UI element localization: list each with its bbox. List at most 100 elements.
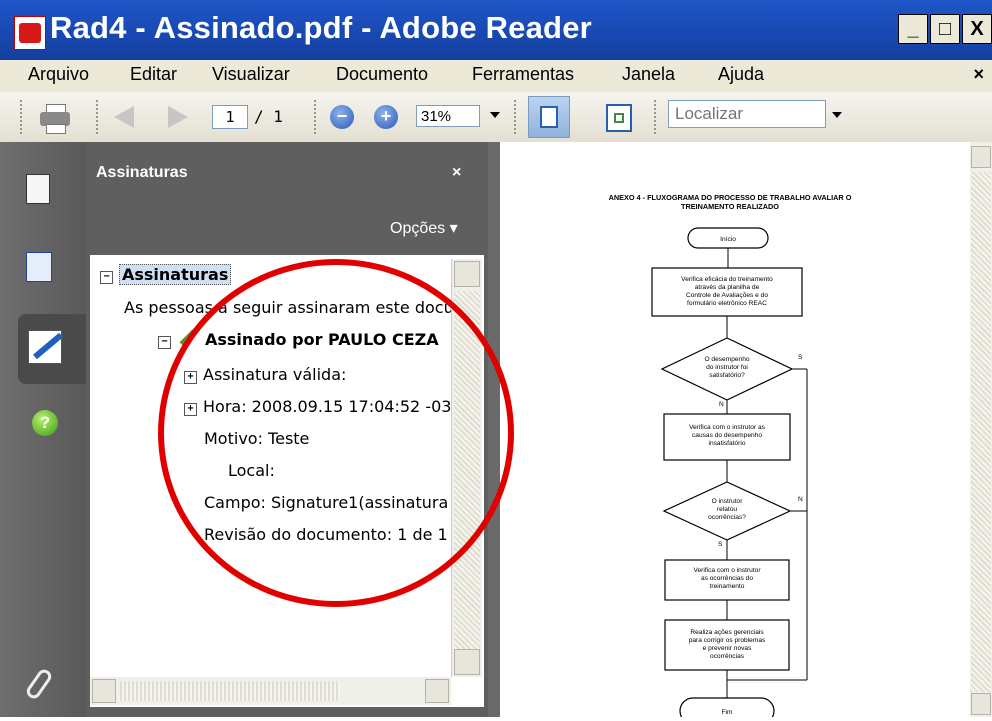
tree-signed-by[interactable]: − Assinado por PAULO CEZA (158, 329, 439, 349)
tree-time[interactable]: + Hora: 2008.09.15 17:04:52 -03 (184, 397, 451, 416)
menu-visualizar[interactable]: Visualizar (212, 64, 290, 85)
previous-page-icon[interactable] (114, 106, 134, 128)
page-total: / 1 (254, 107, 283, 126)
pages-icon[interactable] (18, 162, 68, 212)
expand-icon[interactable]: + (184, 371, 197, 384)
scroll-right-button[interactable] (425, 679, 449, 703)
print-icon[interactable] (38, 102, 72, 134)
tree-root[interactable]: − Assinaturas (100, 264, 232, 285)
svg-text:Verifica eficácia do treinamen: Verifica eficácia do treinamento (681, 276, 773, 283)
toolbar-grip[interactable] (654, 100, 660, 134)
menu-arquivo[interactable]: Arquivo (28, 64, 89, 85)
tree-validity[interactable]: + Assinatura válida: (184, 365, 346, 384)
zoom-level-select[interactable]: 31% (416, 105, 480, 127)
svg-text:O instrutor: O instrutor (712, 498, 744, 505)
attachment-icon[interactable] (18, 664, 68, 714)
scroll-down-button[interactable] (971, 693, 991, 715)
scroll-up-button[interactable] (971, 146, 991, 168)
panel-splitter[interactable] (488, 142, 500, 717)
menu-documento[interactable]: Documento (336, 64, 428, 85)
svg-text:e prevenir novas: e prevenir novas (703, 645, 752, 652)
decision-1-yes: S (798, 354, 803, 361)
fit-page-icon[interactable] (606, 104, 632, 132)
menu-ajuda[interactable]: Ajuda (718, 64, 764, 85)
zoom-in-icon[interactable]: + (374, 105, 398, 129)
help-icon[interactable]: ? (18, 396, 68, 446)
decision-1-no: N (719, 401, 724, 408)
minimize-button[interactable]: _ (898, 14, 928, 44)
tree-location: Local: (228, 461, 275, 480)
decision-2-no: N (798, 496, 803, 503)
search-dropdown-icon[interactable] (832, 112, 842, 118)
collapse-icon[interactable]: − (158, 336, 171, 349)
zoom-dropdown-icon[interactable] (490, 112, 500, 118)
pen-icon (179, 329, 197, 347)
signature-tree: − Assinaturas As pessoas a seguir assinar… (90, 255, 484, 707)
fit-width-icon[interactable] (528, 96, 570, 138)
tree-horizontal-scrollbar[interactable] (90, 677, 451, 705)
toolbar-grip[interactable] (514, 100, 520, 134)
options-menu-button[interactable]: Opções ▾ (390, 218, 458, 238)
navigation-pane: ? (0, 142, 86, 717)
svg-text:Controle de Avaliações e do: Controle de Avaliações e do (686, 292, 768, 299)
title-bar: Rad4 - Assinado.pdf - Adobe Reader _ □ X (0, 0, 992, 60)
document-vertical-scrollbar[interactable] (970, 142, 992, 717)
document-view: ANEXO 4 - FLUXOGRAMA DO PROCESSO DE TRAB… (500, 142, 970, 721)
close-document-button[interactable]: × (973, 64, 984, 85)
tree-intro-text: As pessoas a seguir assinaram este docu (124, 298, 454, 317)
bookmarks-icon[interactable] (18, 242, 68, 292)
svg-text:Realiza ações gerenciais: Realiza ações gerenciais (690, 629, 764, 636)
adobe-reader-icon (14, 16, 46, 50)
svg-text:Verifica com o instrutor: Verifica com o instrutor (693, 567, 761, 574)
maximize-button[interactable]: □ (930, 14, 960, 44)
scroll-up-button[interactable] (454, 261, 480, 287)
svg-text:ocorrências: ocorrências (710, 653, 745, 660)
svg-text:as ocorrências do: as ocorrências do (701, 575, 753, 582)
panel-close-button[interactable]: × (452, 164, 461, 182)
signatures-icon[interactable] (18, 314, 86, 384)
expand-icon[interactable]: + (184, 403, 197, 416)
zoom-out-icon[interactable]: − (330, 105, 354, 129)
end-label: Fim (722, 709, 733, 716)
page-number-input[interactable]: 1 (212, 105, 248, 129)
svg-text:do instrutor foi: do instrutor foi (706, 364, 748, 371)
menu-janela[interactable]: Janela (622, 64, 675, 85)
tree-reason: Motivo: Teste (204, 429, 310, 448)
menu-bar: Arquivo Editar Visualizar Documento Ferr… (0, 60, 992, 92)
menu-editar[interactable]: Editar (130, 64, 177, 85)
scroll-thumb[interactable] (971, 172, 991, 692)
toolbar-grip[interactable] (96, 100, 102, 134)
svg-text:relatou: relatou (717, 506, 737, 513)
window-title: Rad4 - Assinado.pdf - Adobe Reader (50, 10, 592, 45)
doc-title-line1: ANEXO 4 - FLUXOGRAMA DO PROCESSO DE TRAB… (609, 193, 852, 202)
scroll-thumb[interactable] (454, 291, 480, 651)
toolbar-grip[interactable] (20, 100, 26, 134)
svg-text:através da planilha de: através da planilha de (695, 284, 760, 291)
tree-vertical-scrollbar[interactable] (451, 259, 482, 677)
panel-title: Assinaturas (96, 164, 188, 181)
decision-2-yes: S (718, 541, 723, 548)
svg-text:causas do desempenho: causas do desempenho (692, 432, 762, 439)
menu-ferramentas[interactable]: Ferramentas (472, 64, 574, 85)
flowchart: ANEXO 4 - FLUXOGRAMA DO PROCESSO DE TRAB… (609, 193, 852, 721)
close-button[interactable]: X (962, 14, 992, 44)
doc-title-line2: TREINAMENTO REALIZADO (681, 202, 779, 211)
search-input[interactable] (668, 100, 826, 128)
scroll-down-button[interactable] (454, 649, 480, 675)
window-controls: _ □ X (898, 14, 992, 44)
tree-field: Campo: Signature1(assinatura (204, 493, 449, 512)
svg-text:ocorrências?: ocorrências? (708, 514, 746, 521)
svg-text:satisfatório?: satisfatório? (709, 372, 745, 379)
svg-text:insatisfatório: insatisfatório (708, 440, 745, 447)
scroll-thumb[interactable] (120, 681, 340, 701)
start-label: Início (720, 236, 736, 243)
scroll-left-button[interactable] (92, 679, 116, 703)
svg-text:formulário eletrônico REAC: formulário eletrônico REAC (687, 300, 767, 307)
toolbar-grip[interactable] (314, 100, 320, 134)
toolbar: 1 / 1 − + 31% (0, 92, 992, 143)
collapse-icon[interactable]: − (100, 271, 113, 284)
svg-text:treinamento: treinamento (710, 583, 745, 590)
svg-text:O desempenho: O desempenho (704, 356, 749, 363)
svg-text:Verifica com o instrutor as: Verifica com o instrutor as (689, 424, 766, 431)
next-page-icon[interactable] (168, 106, 188, 128)
